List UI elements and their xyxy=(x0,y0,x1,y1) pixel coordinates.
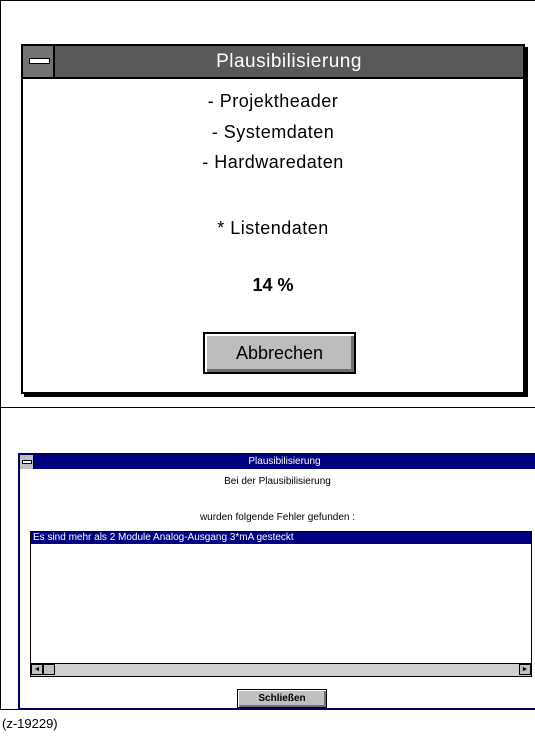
error-listbox[interactable]: Es sind mehr als 2 Module Analog-Ausgang… xyxy=(30,531,532,677)
cancel-button[interactable]: Abbrechen xyxy=(203,332,356,374)
scroll-thumb[interactable] xyxy=(43,664,55,675)
list-item[interactable]: Es sind mehr als 2 Module Analog-Ausgang… xyxy=(31,532,531,544)
system-menu-icon[interactable] xyxy=(23,46,55,77)
frame-divider xyxy=(0,407,535,408)
horizontal-scrollbar[interactable]: ◄ ► xyxy=(31,663,531,676)
progress-dialog-title: Plausibilisierung xyxy=(216,51,362,72)
step-systemdaten: - Systemdaten xyxy=(211,122,335,142)
error-message-line1: Bei der Plausibilisierung xyxy=(224,476,331,487)
scroll-right-icon[interactable]: ► xyxy=(519,664,531,675)
error-dialog-title: Plausibilisierung xyxy=(248,456,321,467)
error-dialog-titlebar: Plausibilisierung xyxy=(20,455,535,469)
system-menu-icon[interactable] xyxy=(20,455,34,469)
step-hardwaredaten: - Hardwaredaten xyxy=(202,152,344,172)
error-dialog: Plausibilisierung Bei der Plausibilisier… xyxy=(18,453,535,710)
scroll-left-icon[interactable]: ◄ xyxy=(31,664,43,675)
figure-caption: (z-19229) xyxy=(2,716,58,731)
error-message-line2: wurden folgende Fehler gefunden : xyxy=(199,512,356,523)
progress-dialog-titlebar: Plausibilisierung xyxy=(23,46,523,79)
progress-dialog: Plausibilisierung - Projektheader - Syst… xyxy=(21,44,525,394)
progress-percent: 14 % xyxy=(252,275,294,295)
close-button[interactable]: Schließen xyxy=(237,689,327,708)
step-projektheader: - Projektheader xyxy=(207,91,339,111)
current-step-listendaten: * Listendaten xyxy=(217,218,329,238)
